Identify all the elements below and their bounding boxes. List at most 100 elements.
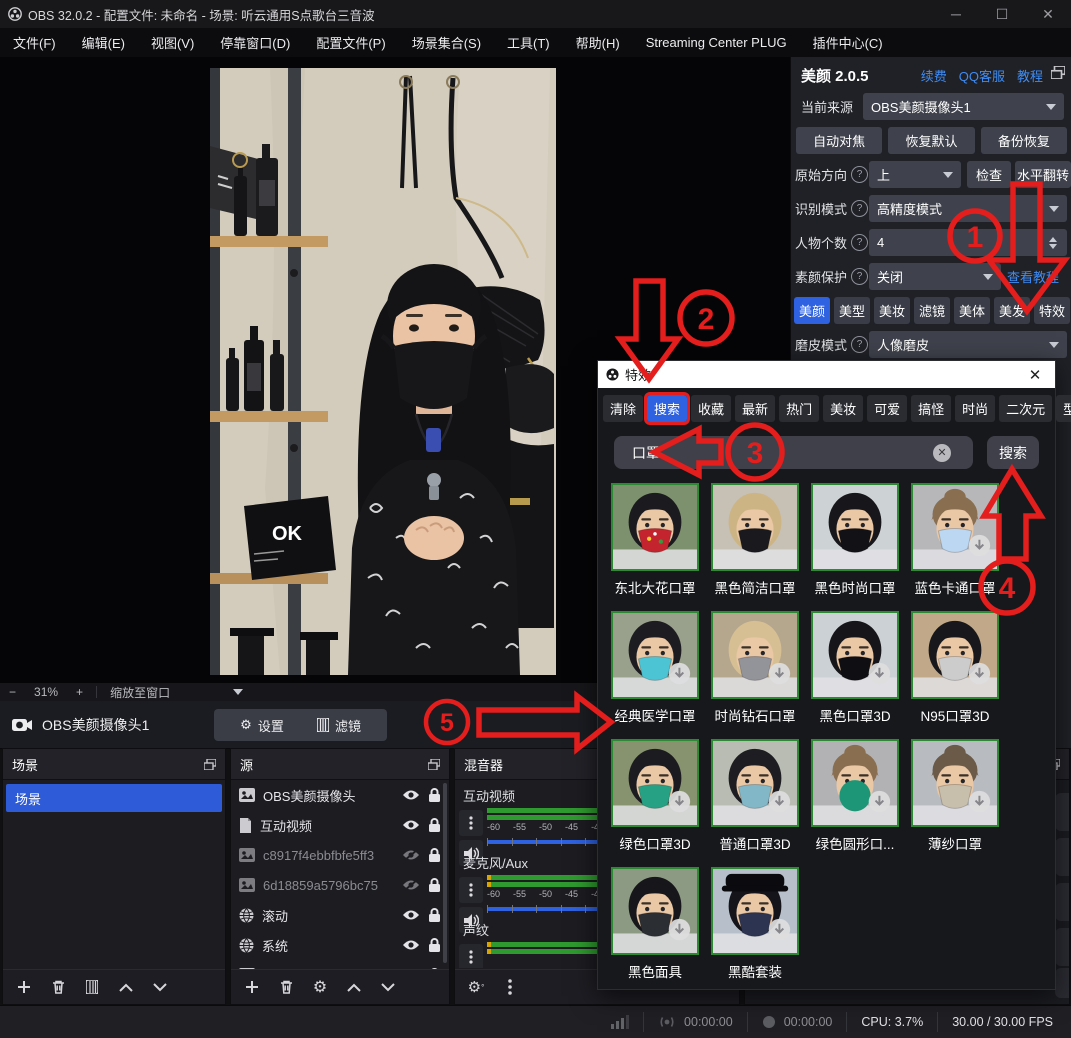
panel-button[interactable] [1055,968,1069,998]
person-count-input[interactable]: 4 [869,229,1067,256]
visibility-eye-icon[interactable] [402,909,420,921]
lock-icon[interactable] [428,878,441,893]
effects-search-input[interactable] [614,436,973,469]
scene-item-0[interactable]: 场景 [6,784,222,812]
effects-dialog-titlebar[interactable]: 特效 ✕ [598,361,1055,388]
effect-item-2[interactable]: 黑色时尚口罩 [811,483,899,597]
lock-icon[interactable] [428,848,441,863]
scene-up-button[interactable] [111,975,141,999]
effects-tab-时尚[interactable]: 时尚 [955,395,995,422]
panel-button[interactable] [1055,928,1069,966]
beauty-tab-美颜[interactable]: 美颜 [794,297,830,324]
source-row-5[interactable]: 系统 [231,930,449,960]
source-row-1[interactable]: 互动视频 [231,810,449,840]
effects-tab-搞怪[interactable]: 搞怪 [911,395,951,422]
effect-thumbnail[interactable] [611,739,699,827]
help-icon[interactable]: ? [851,200,868,217]
effects-tab-可爱[interactable]: 可爱 [867,395,907,422]
zoom-in-button[interactable]: + [76,685,83,699]
menu-item-5[interactable]: 场景集合(S) [399,28,494,57]
beauty-action-button-0[interactable]: 自动对焦 [796,127,882,154]
effect-item-13[interactable]: 黑酷套装 [711,867,799,981]
source-row-4[interactable]: 滚动 [231,900,449,930]
chevron-down-icon[interactable] [233,689,243,695]
beauty-action-button-1[interactable]: 恢复默认 [888,127,974,154]
advanced-audio-button[interactable]: ⚙° [461,975,491,999]
beauty-tab-美发[interactable]: 美发 [994,297,1030,324]
effect-thumbnail[interactable] [711,611,799,699]
fit-to-window[interactable]: 缩放至窗口 [110,684,170,701]
menu-item-3[interactable]: 停靠窗口(D) [207,28,303,57]
menu-item-1[interactable]: 编辑(E) [69,28,138,57]
effect-thumbnail[interactable] [911,739,999,827]
effect-item-6[interactable]: 黑色口罩3D [811,611,899,725]
effect-item-7[interactable]: N95口罩3D [911,611,999,725]
effects-tab-美妆[interactable]: 美妆 [823,395,863,422]
minimize-button[interactable]: ─ [933,0,979,28]
effects-tab-型男[interactable]: 型男 [1056,395,1071,422]
effect-thumbnail[interactable] [611,483,699,571]
menu-item-9[interactable]: 插件中心(C) [800,28,896,57]
beauty-tab-美妆[interactable]: 美妆 [874,297,910,324]
effect-item-1[interactable]: 黑色简洁口罩 [711,483,799,597]
source-row-3[interactable]: 6d18859a5796bc75 [231,870,449,900]
lock-icon[interactable] [428,908,441,923]
effect-thumbnail[interactable] [811,483,899,571]
source-row-2[interactable]: c8917f4ebbfbfe5ff3 [231,840,449,870]
lock-icon[interactable] [428,818,441,833]
panel-button[interactable] [1055,793,1069,831]
flip-horizontal-button[interactable]: 水平翻转 [1015,161,1071,188]
remove-scene-button[interactable] [43,975,73,999]
effect-thumbnail[interactable] [811,739,899,827]
beauty-tab-美体[interactable]: 美体 [954,297,990,324]
help-icon[interactable]: ? [851,336,868,353]
effect-item-12[interactable]: 黑色面具 [611,867,699,981]
scene-down-button[interactable] [145,975,175,999]
close-icon[interactable]: ✕ [1023,366,1047,384]
add-scene-button[interactable] [9,975,39,999]
kebab-menu-icon[interactable] [459,944,483,968]
sources-scrollbar[interactable] [443,783,447,963]
effect-item-0[interactable]: 东北大花口罩 [611,483,699,597]
effects-tab-收藏[interactable]: 收藏 [691,395,731,422]
effects-search-button[interactable]: 搜索 [987,436,1039,469]
lock-icon[interactable] [428,788,441,803]
effects-tab-最新[interactable]: 最新 [735,395,775,422]
panel-button[interactable] [1055,838,1069,876]
effect-item-5[interactable]: 时尚钻石口罩 [711,611,799,725]
kebab-menu-icon[interactable] [459,810,483,836]
effect-thumbnail[interactable] [711,739,799,827]
menu-item-6[interactable]: 工具(T) [494,28,563,57]
beauty-tab-美型[interactable]: 美型 [834,297,870,324]
effect-thumbnail[interactable] [911,611,999,699]
bare-face-protect-select[interactable]: 关闭 [869,263,1001,290]
effect-item-3[interactable]: 蓝色卡通口罩 [911,483,999,597]
effects-tab-搜索[interactable]: 搜索 [647,395,687,422]
help-icon[interactable]: ? [851,166,868,183]
popout-icon[interactable] [1051,66,1065,79]
kebab-menu-icon[interactable] [459,877,483,903]
scene-filters-button[interactable] [77,975,107,999]
visibility-eye-off-icon[interactable] [402,849,420,861]
source-filters-button[interactable]: 滤镜 [291,709,387,741]
zoom-out-button[interactable]: − [9,685,16,699]
menu-item-0[interactable]: 文件(F) [0,28,69,57]
menu-item-2[interactable]: 视图(V) [138,28,207,57]
beauty-tab-滤镜[interactable]: 滤镜 [914,297,950,324]
kebab-menu-icon[interactable] [495,975,525,999]
recognition-mode-select[interactable]: 高精度模式 [869,195,1067,222]
effect-item-10[interactable]: 绿色圆形口... [811,739,899,853]
menu-item-4[interactable]: 配置文件(P) [303,28,398,57]
maximize-button[interactable]: ☐ [979,0,1025,28]
beauty-tab-特效[interactable]: 特效 [1034,297,1070,324]
effect-thumbnail[interactable] [711,483,799,571]
effects-tab-热门[interactable]: 热门 [779,395,819,422]
popout-icon[interactable] [428,759,440,770]
effects-tab-二次元[interactable]: 二次元 [999,395,1052,422]
beauty-action-button-2[interactable]: 备份恢复 [981,127,1067,154]
visibility-eye-icon[interactable] [402,819,420,831]
popout-icon[interactable] [204,759,216,770]
close-button[interactable]: ✕ [1025,0,1071,28]
menu-item-7[interactable]: 帮助(H) [563,28,633,57]
visibility-eye-icon[interactable] [402,939,420,951]
